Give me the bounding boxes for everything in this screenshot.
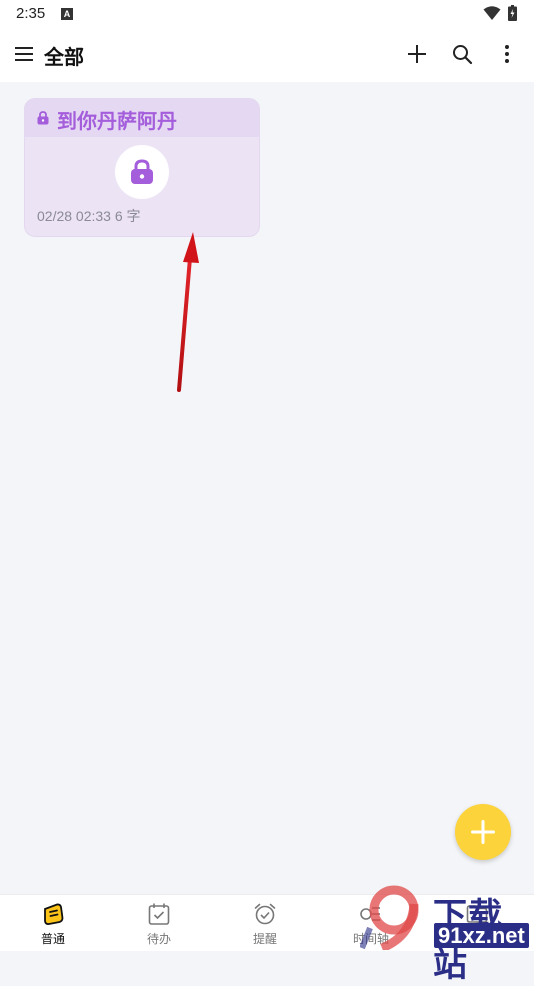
nav-item-todo[interactable]: 待办 [106,895,212,951]
wifi-icon [483,6,501,20]
lock-icon [131,159,153,184]
note-card[interactable]: 到你丹萨阿丹 02/28 02:33 6 字 [25,99,259,236]
more-vertical-icon[interactable] [496,43,518,65]
nav-label: 待办 [146,932,171,946]
notification-icon: A [61,8,73,20]
nav-item-normal[interactable]: 普通 [0,895,106,951]
page-title: 全部 [44,45,84,69]
battery-icon [508,5,517,21]
menu-icon[interactable] [14,44,34,64]
nav-item-reminder[interactable]: 提醒 [212,895,318,951]
calendar-check-icon [148,903,170,925]
nav-label: 普通 [40,932,65,946]
watermark-logo-icon [360,885,419,950]
site-watermark: 下载站 91xz.net [360,884,534,985]
note-lock-badge [115,145,169,199]
note-icon [44,903,64,925]
lock-icon [37,111,49,125]
search-icon[interactable] [451,43,473,65]
watermark-url: 91xz.net [434,923,529,948]
status-time: 2:35 [16,5,46,22]
note-title: 到你丹萨阿丹 [57,109,177,133]
new-note-button[interactable] [455,804,511,860]
status-bar: 2:35 A [0,0,534,28]
note-card-header: 到你丹萨阿丹 [25,99,259,137]
alarm-clock-icon [254,903,276,925]
plus-icon [471,820,495,844]
note-meta: 02/28 02:33 6 字 [37,208,141,224]
add-icon[interactable] [406,43,428,65]
nav-label: 提醒 [252,932,277,946]
app-bar: 全部 [0,28,534,82]
